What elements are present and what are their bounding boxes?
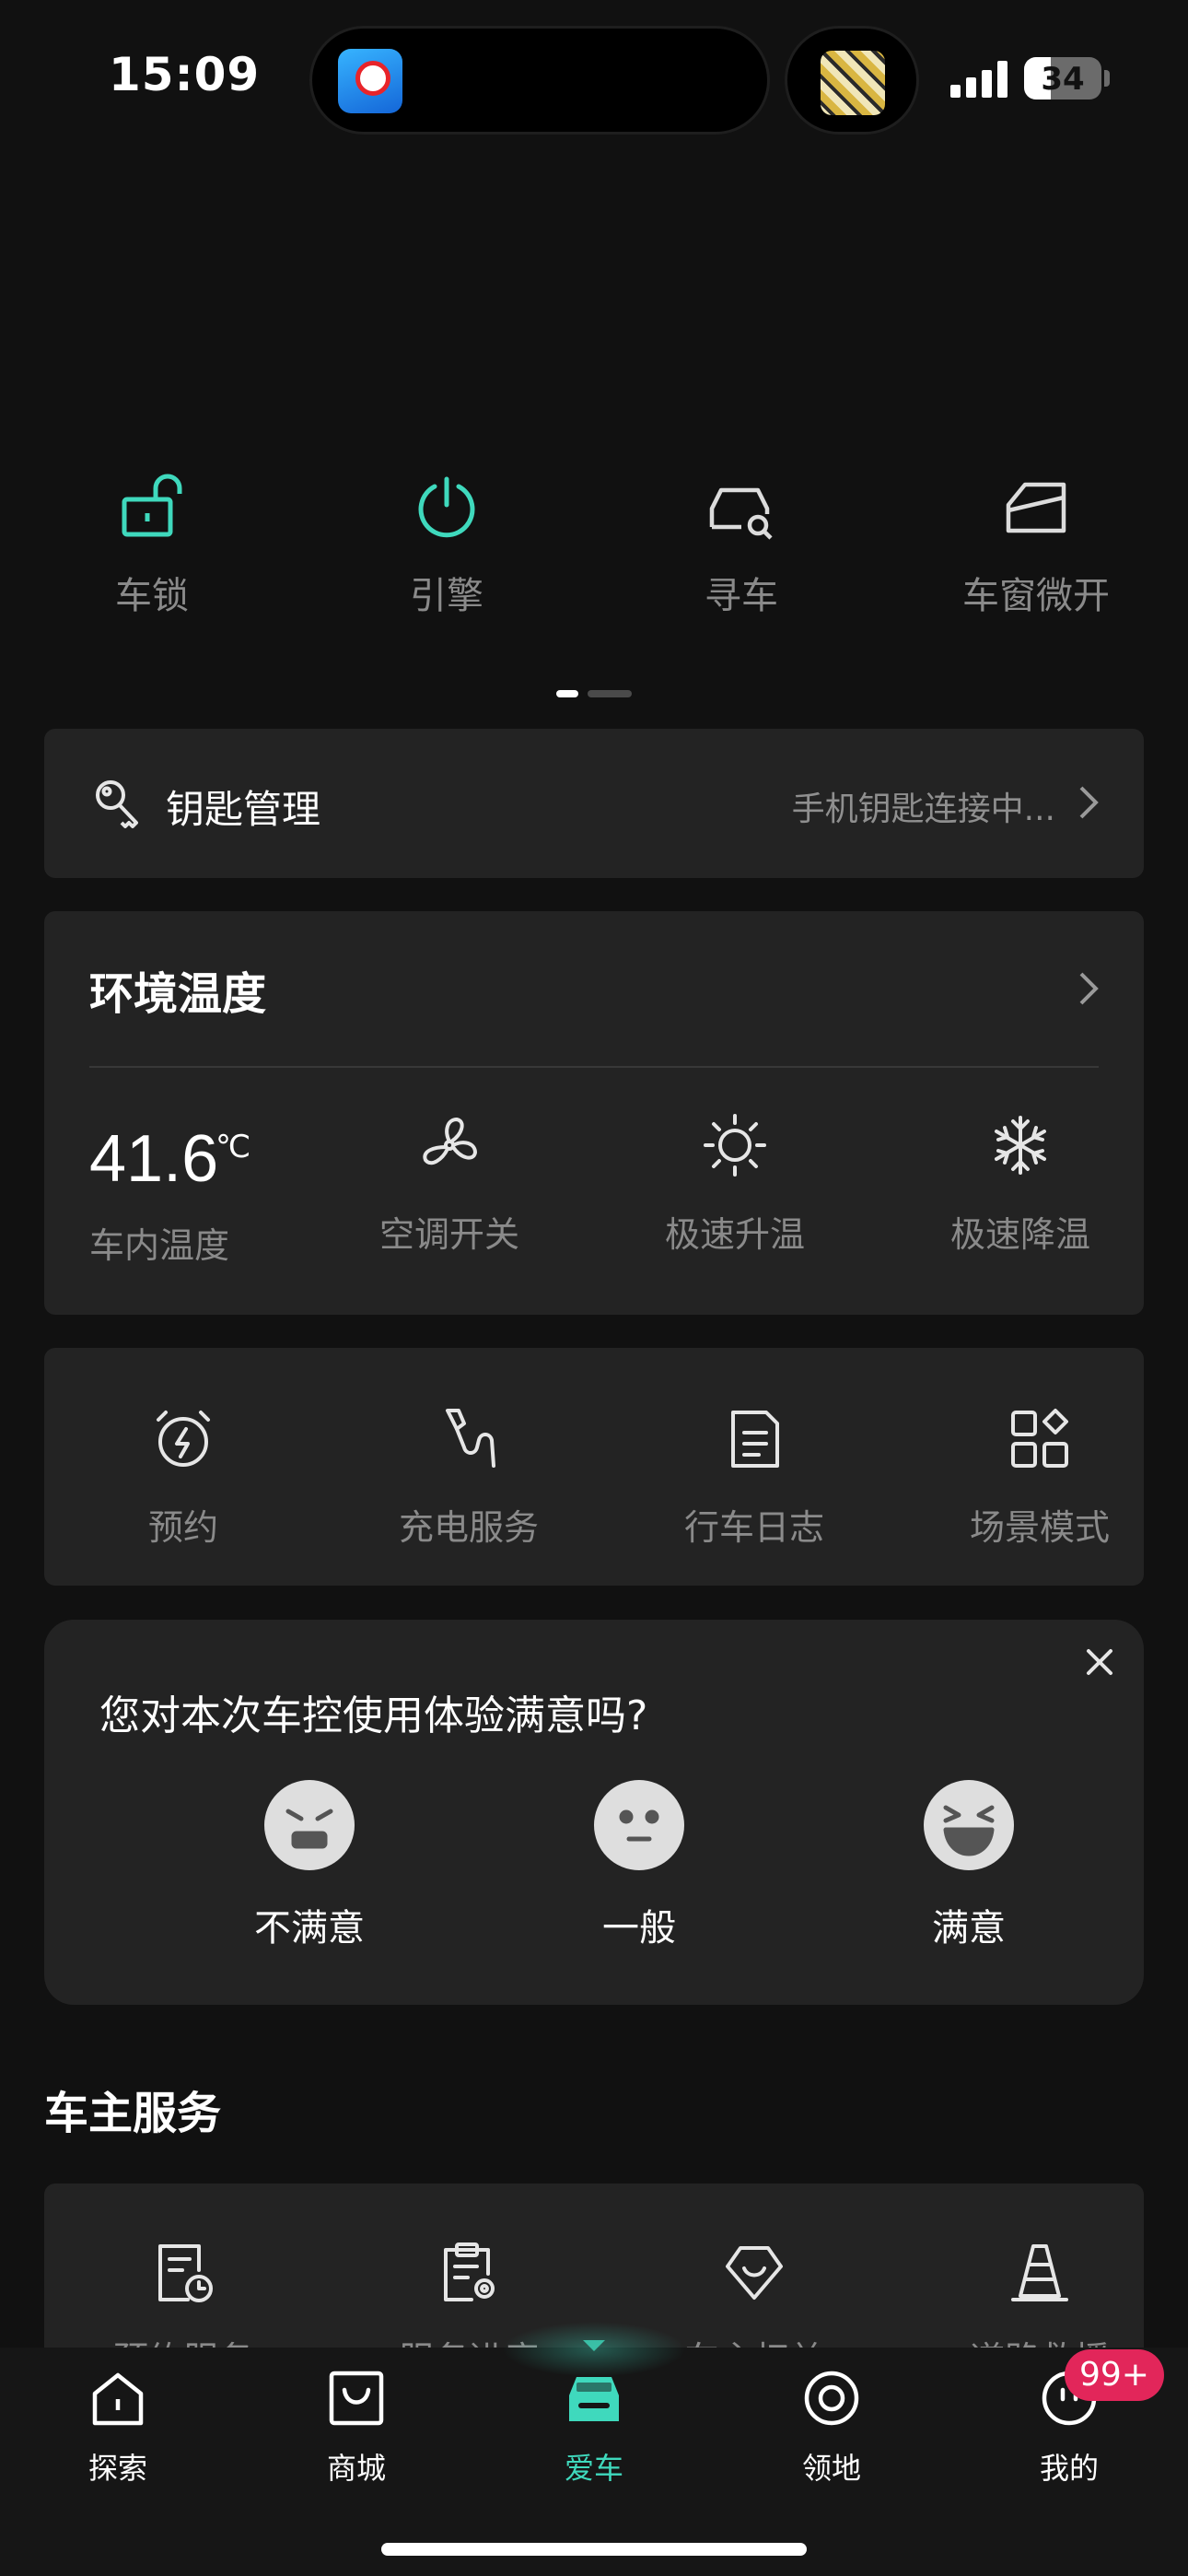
cellular-signal-icon bbox=[950, 61, 1009, 98]
survey-question: 您对本次车控使用体验满意吗? bbox=[99, 1692, 648, 1739]
schedule-button[interactable]: 预约 bbox=[45, 1407, 321, 1550]
key-status-text: 手机钥匙连接中... bbox=[791, 790, 1055, 828]
target-icon bbox=[804, 2371, 859, 2426]
find-car-label: 寻车 bbox=[705, 575, 778, 617]
option-neutral[interactable]: 一般 bbox=[547, 1780, 731, 1951]
media-artwork-icon bbox=[821, 51, 885, 115]
car-icon bbox=[569, 2377, 619, 2421]
environment-title[interactable]: 环境温度 bbox=[89, 957, 266, 1022]
find-car-icon bbox=[709, 487, 773, 540]
engine-label: 引擎 bbox=[410, 575, 483, 617]
driving-log-button[interactable]: 行车日志 bbox=[616, 1407, 892, 1550]
appointment-icon bbox=[158, 2244, 213, 2302]
window-icon bbox=[1006, 482, 1066, 533]
scene-mode-label: 场景模式 bbox=[969, 1507, 1110, 1548]
tab-territory-label: 领地 bbox=[801, 2451, 861, 2486]
key-management-title: 钥匙管理 bbox=[166, 787, 321, 832]
dynamic-island[interactable] bbox=[309, 26, 770, 135]
temperature-unit: ℃ bbox=[215, 1129, 251, 1165]
close-icon[interactable] bbox=[1083, 1645, 1116, 1679]
charger-icon bbox=[446, 1409, 495, 1468]
key-icon bbox=[96, 780, 138, 828]
cabin-temperature-label: 车内温度 bbox=[89, 1225, 230, 1266]
battery-icon: 34 bbox=[1024, 57, 1101, 100]
ac-toggle-label: 空调开关 bbox=[379, 1214, 519, 1255]
chevron-right-icon[interactable] bbox=[1077, 970, 1100, 1007]
satisfied-label: 满意 bbox=[932, 1907, 1006, 1950]
status-time: 15:09 bbox=[109, 48, 261, 101]
tab-explore[interactable]: 探索 bbox=[44, 2368, 192, 2488]
tab-profile-label: 我的 bbox=[1039, 2451, 1099, 2486]
home-icon bbox=[92, 2372, 144, 2426]
rapid-cool-label: 极速降温 bbox=[949, 1214, 1090, 1255]
lock-control[interactable]: 车锁 bbox=[14, 461, 290, 619]
notification-badge: 99+ bbox=[1065, 2349, 1164, 2401]
document-icon bbox=[731, 1411, 779, 1468]
environment-temperature-card: 环境温度 41.6 ℃ 车内温度 空调开关 极速升温 极速降温 bbox=[44, 911, 1144, 1315]
owner-services-title: 车主服务 bbox=[44, 2088, 222, 2139]
railway-app-icon[interactable] bbox=[338, 49, 402, 113]
schedule-label: 预约 bbox=[147, 1507, 218, 1548]
happy-face-icon bbox=[924, 1780, 1014, 1870]
alarm-clock-icon bbox=[157, 1411, 210, 1467]
chevron-right-icon bbox=[1079, 786, 1099, 819]
functions-card: 预约 充电服务 行车日志 场景模式 bbox=[44, 1348, 1144, 1586]
tab-my-car-label: 爱车 bbox=[564, 2451, 623, 2486]
window-control[interactable]: 车窗微开 bbox=[898, 461, 1174, 619]
rapid-heat-label: 极速升温 bbox=[664, 1214, 805, 1255]
neutral-face-icon bbox=[594, 1780, 684, 1870]
charging-service-button[interactable]: 充电服务 bbox=[331, 1407, 607, 1550]
status-bar: 15:09 34 bbox=[0, 0, 1188, 157]
key-management-card[interactable]: 钥匙管理 手机钥匙连接中... bbox=[44, 729, 1144, 878]
home-indicator[interactable] bbox=[381, 2543, 807, 2556]
lock-open-icon bbox=[122, 474, 182, 537]
angry-face-icon bbox=[264, 1780, 355, 1870]
scene-mode-button[interactable]: 场景模式 bbox=[902, 1407, 1178, 1550]
tab-shop[interactable]: 商城 bbox=[283, 2368, 430, 2488]
fan-icon bbox=[423, 1118, 477, 1165]
sun-icon bbox=[704, 1114, 766, 1177]
satisfaction-survey-card: 您对本次车控使用体验满意吗? 不满意 一般 满意 bbox=[44, 1620, 1144, 2005]
traffic-cone-icon bbox=[1011, 2244, 1068, 2301]
ac-toggle[interactable]: 空调开关 bbox=[311, 1112, 588, 1257]
tab-my-car[interactable]: 爱车 bbox=[520, 2368, 668, 2488]
shop-icon bbox=[329, 2371, 384, 2426]
battery-level: 34 bbox=[1041, 61, 1085, 98]
option-satisfied[interactable]: 满意 bbox=[877, 1780, 1061, 1951]
grid-icon bbox=[1011, 1409, 1068, 1468]
dynamic-island-media[interactable] bbox=[785, 26, 919, 135]
driving-log-label: 行车日志 bbox=[683, 1507, 824, 1548]
clipboard-icon bbox=[444, 2242, 495, 2301]
window-label: 车窗微开 bbox=[962, 575, 1110, 617]
neutral-label: 一般 bbox=[602, 1907, 676, 1950]
rapid-cool[interactable]: 极速降温 bbox=[882, 1112, 1159, 1257]
tab-explore-label: 探索 bbox=[87, 2451, 147, 2486]
rapid-heat[interactable]: 极速升温 bbox=[597, 1112, 873, 1257]
divider bbox=[89, 1066, 1099, 1068]
charging-service-label: 充电服务 bbox=[398, 1507, 539, 1548]
find-car-control[interactable]: 寻车 bbox=[603, 461, 879, 619]
cabin-temperature-value: 41.6 bbox=[89, 1122, 219, 1196]
badge-icon bbox=[726, 2246, 783, 2300]
quick-controls: 车锁 引擎 寻车 车窗微开 bbox=[0, 461, 1188, 626]
engine-control[interactable]: 引擎 bbox=[309, 461, 585, 619]
lock-label: 车锁 bbox=[115, 575, 189, 617]
tab-territory[interactable]: 领地 bbox=[758, 2368, 905, 2488]
tab-shop-label: 商城 bbox=[326, 2451, 386, 2486]
dissatisfied-label: 不满意 bbox=[254, 1907, 365, 1950]
power-icon bbox=[418, 476, 475, 538]
snowflake-icon bbox=[995, 1116, 1046, 1175]
tab-bar: 探索 商城 爱车 领地 我的 bbox=[0, 2322, 1188, 2576]
option-dissatisfied[interactable]: 不满意 bbox=[217, 1780, 402, 1951]
